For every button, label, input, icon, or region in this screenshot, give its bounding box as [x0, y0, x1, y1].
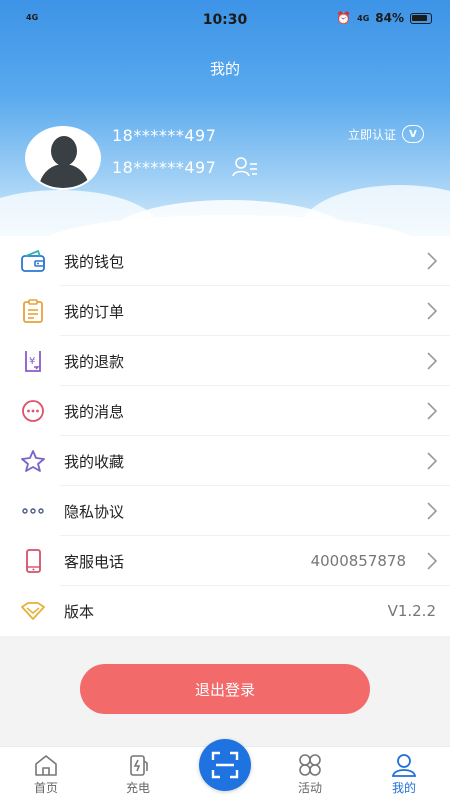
menu-label-messages: 我的消息: [64, 402, 125, 421]
menu-item-privacy[interactable]: 隐私协议: [0, 486, 450, 536]
status-right: ⏰ 4G 84%: [336, 11, 432, 25]
tab-label-charge: 充电: [125, 781, 150, 795]
app-version: V1.2.2: [387, 602, 436, 620]
clipboard-icon: [23, 299, 43, 323]
verify-label: 立即认证: [347, 127, 396, 142]
battery-icon: [410, 12, 432, 24]
verify-badge-icon: V: [402, 125, 424, 143]
user-phone-secondary: 18******497: [112, 158, 217, 177]
menu-item-version: 版本 V1.2.2: [0, 586, 450, 636]
activity-icon: [299, 754, 321, 776]
menu-item-wallet[interactable]: 我的钱包: [0, 236, 450, 286]
avatar-head-shape: [51, 136, 77, 166]
scan-icon: [211, 751, 239, 779]
wallet-icon: [21, 249, 45, 272]
page-title: 我的: [209, 60, 240, 78]
tab-activity[interactable]: 活动: [280, 753, 340, 796]
chevron-right-icon: [427, 402, 438, 420]
network-indicator-right: 4G: [357, 13, 370, 23]
battery-percent: 84%: [375, 11, 404, 25]
dots-icon: [22, 508, 44, 514]
phone-icon: [26, 549, 41, 573]
chevron-right-icon: [427, 352, 438, 370]
profile-icon: [391, 754, 417, 777]
avatar-body-shape: [39, 164, 89, 188]
user-list-icon[interactable]: [232, 156, 258, 178]
menu-item-refunds[interactable]: ¥ 我的退款: [0, 336, 450, 386]
menu-item-favorites[interactable]: 我的收藏: [0, 436, 450, 486]
chevron-right-icon: [427, 552, 438, 570]
menu-label-wallet: 我的钱包: [64, 252, 125, 271]
refund-icon: ¥: [25, 351, 41, 372]
chevron-right-icon: [427, 452, 438, 470]
tab-label-profile: 我的: [391, 781, 416, 795]
diamond-icon: [21, 602, 45, 620]
bottom-tab-bar: 首页 充电 活动 我的: [0, 739, 450, 800]
tab-label-activity: 活动: [297, 781, 322, 795]
tab-charge[interactable]: 充电: [108, 753, 168, 796]
tab-profile[interactable]: 我的: [374, 753, 434, 796]
chevron-right-icon: [427, 302, 438, 320]
home-icon: [35, 755, 57, 776]
menu-label-favorites: 我的收藏: [64, 452, 125, 471]
menu-item-orders[interactable]: 我的订单: [0, 286, 450, 336]
menu-label-refunds: 我的退款: [64, 352, 125, 371]
menu-label-service-phone: 客服电话: [64, 552, 125, 571]
avatar[interactable]: [25, 126, 101, 190]
svg-text:¥: ¥: [29, 356, 35, 367]
menu-label-version: 版本: [64, 602, 95, 621]
verify-button[interactable]: 立即认证 V: [348, 125, 424, 143]
service-phone-number: 4000857878: [310, 552, 406, 570]
chevron-right-icon: [427, 502, 438, 520]
menu-label-orders: 我的订单: [64, 302, 125, 321]
menu-item-messages[interactable]: 我的消息: [0, 386, 450, 436]
alarm-icon: ⏰: [336, 11, 352, 25]
message-icon: [22, 400, 44, 422]
tab-label-home: 首页: [33, 781, 58, 795]
scan-button[interactable]: [199, 739, 251, 791]
menu-label-privacy: 隐私协议: [64, 502, 125, 521]
profile-header: 4G 10:30 ⏰ 4G 84% 我的 18******497 18*****…: [0, 0, 450, 236]
star-icon: [21, 450, 45, 472]
settings-menu: 我的钱包 我的订单 ¥ 我的退款 我的消息 我的收藏 隐私协议 客服电话 400…: [0, 236, 450, 636]
chevron-right-icon: [427, 252, 438, 270]
status-bar: 4G 10:30 ⏰ 4G 84%: [0, 0, 450, 40]
logout-button[interactable]: 退出登录: [80, 664, 370, 714]
tab-home[interactable]: 首页: [16, 753, 76, 796]
user-phone-primary: 18******497: [112, 126, 217, 145]
charge-icon: [130, 755, 148, 776]
menu-item-service-phone[interactable]: 客服电话 4000857878: [0, 536, 450, 586]
